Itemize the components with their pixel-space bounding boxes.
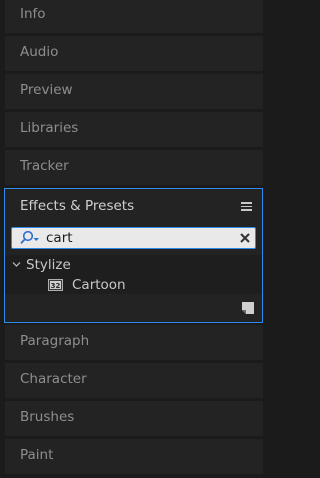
panel-title: Effects & Presets bbox=[20, 198, 135, 214]
effects-panel-footer bbox=[5, 294, 262, 322]
panel-tab-paragraph[interactable]: Paragraph bbox=[5, 325, 263, 360]
effects-panel-header: Effects & Presets bbox=[5, 189, 262, 222]
panel-tab-label: Libraries bbox=[20, 120, 79, 136]
magnifier-dropdown-icon[interactable] bbox=[19, 230, 41, 246]
effect-label: Cartoon bbox=[72, 277, 126, 293]
hamburger-menu-icon[interactable] bbox=[241, 202, 252, 211]
panel-tab-libraries[interactable]: Libraries bbox=[5, 112, 263, 147]
panel-tab-tracker[interactable]: Tracker bbox=[5, 150, 263, 185]
new-bin-icon[interactable] bbox=[241, 301, 255, 315]
panel-tab-brushes[interactable]: Brushes bbox=[5, 401, 263, 436]
panel-tab-character[interactable]: Character bbox=[5, 363, 263, 398]
panel-tab-label: Audio bbox=[20, 44, 59, 60]
panel-stack: Info Audio Preview Libraries Tracker Eff… bbox=[0, 0, 267, 478]
panel-tab-label: Paint bbox=[20, 447, 54, 463]
panel-tab-label: Tracker bbox=[20, 158, 69, 174]
panel-tab-audio[interactable]: Audio bbox=[5, 36, 263, 71]
svg-text:32: 32 bbox=[51, 282, 61, 290]
tree-item-cartoon[interactable]: 32 Cartoon bbox=[5, 275, 262, 295]
panel-tab-label: Brushes bbox=[20, 409, 75, 425]
panel-tab-preview[interactable]: Preview bbox=[5, 74, 263, 109]
tree-folder-stylize[interactable]: Stylize bbox=[5, 255, 262, 275]
panel-tab-label: Preview bbox=[20, 82, 73, 98]
panel-tab-label: Info bbox=[20, 6, 46, 22]
effect-32bit-icon: 32 bbox=[48, 279, 63, 291]
folder-label: Stylize bbox=[26, 257, 71, 273]
effects-presets-panel: Effects & Presets Stylize bbox=[4, 188, 263, 323]
chevron-down-icon[interactable] bbox=[12, 261, 21, 268]
panel-tab-label: Character bbox=[20, 371, 87, 387]
panel-tab-info[interactable]: Info bbox=[5, 0, 263, 33]
panel-tab-paint[interactable]: Paint bbox=[5, 439, 263, 474]
effects-results-tree: Stylize 32 Cartoon bbox=[5, 255, 262, 294]
effects-search-box bbox=[11, 227, 256, 249]
close-icon[interactable] bbox=[238, 231, 252, 245]
search-input[interactable] bbox=[46, 228, 226, 248]
panel-tab-label: Paragraph bbox=[20, 333, 90, 349]
